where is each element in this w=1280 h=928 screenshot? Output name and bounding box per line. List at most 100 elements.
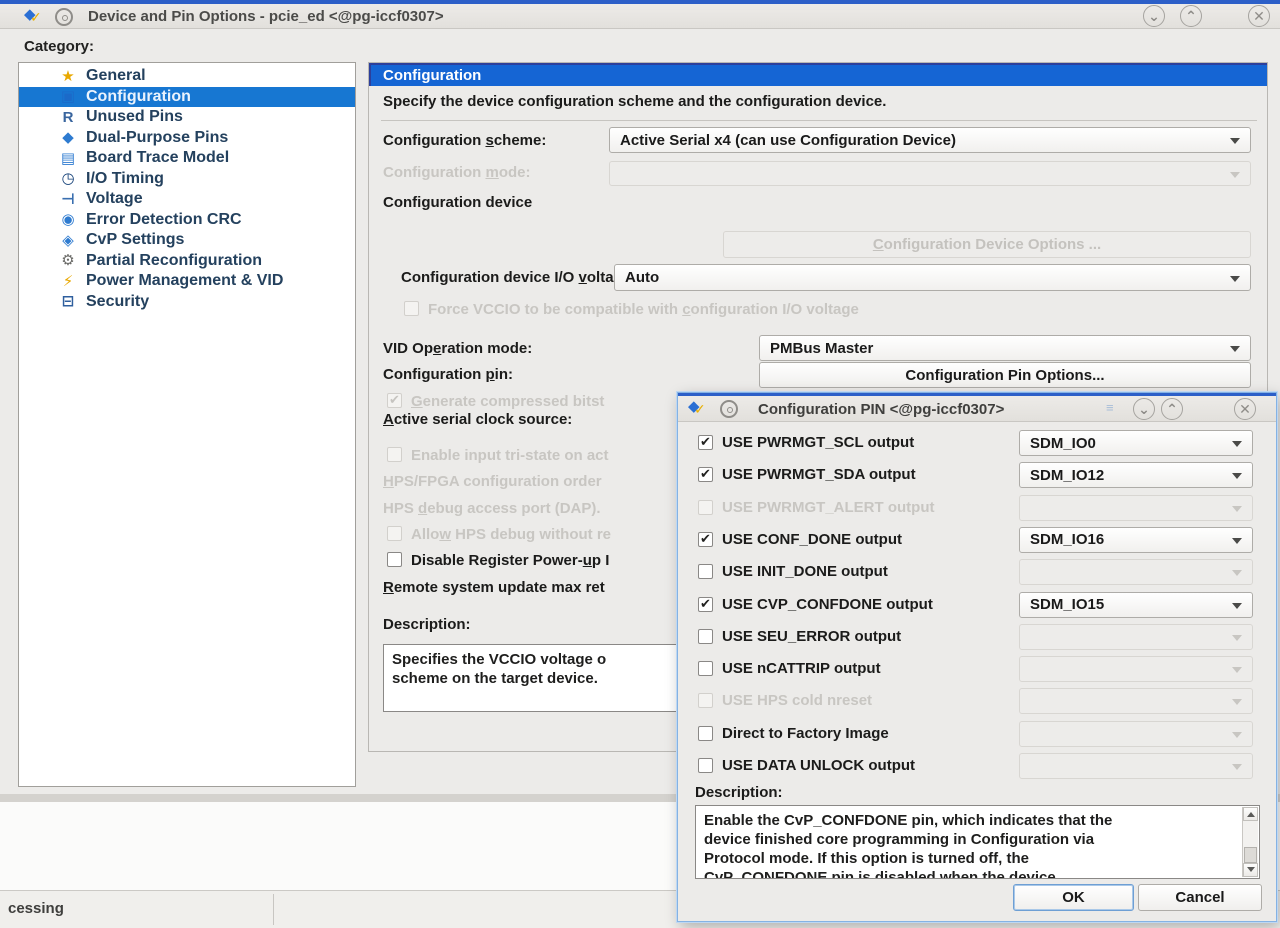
pin-titlebar[interactable]: ◆ ✓ Configuration PIN <@pg-iccf0307> ≡ ⌄… — [678, 396, 1276, 422]
sidebar-item-voltage[interactable]: ⊣ Voltage — [19, 189, 355, 210]
pin-select-value: SDM_IO12 — [1030, 467, 1104, 484]
sidebar-item-unused-pins[interactable]: R Unused Pins — [19, 107, 355, 128]
i-o-timing-icon: ◷ — [57, 171, 79, 186]
pin-row: USE INIT_DONE output — [678, 559, 1276, 585]
pin-select — [1019, 624, 1253, 650]
vid-mode-select[interactable]: PMBus Master — [759, 335, 1251, 361]
status-text: cessing — [8, 900, 64, 917]
chevron-down-icon — [1232, 570, 1242, 581]
pin-select — [1019, 656, 1253, 682]
pin-label: USE CVP_CONFDONE output — [722, 596, 933, 613]
chevron-down-icon — [1232, 538, 1242, 549]
window-grip-icon: ≡ — [1106, 400, 1114, 415]
pin-checkbox[interactable] — [698, 726, 713, 741]
pin-select-value: SDM_IO0 — [1030, 435, 1096, 452]
enable-tristate-checkbox — [387, 447, 402, 462]
window-title: Device and Pin Options - pcie_ed <@pg-ic… — [88, 8, 444, 25]
pin-checkbox[interactable] — [698, 661, 713, 676]
io-voltage-select[interactable]: Auto — [614, 264, 1251, 291]
config-scheme-value: Active Serial x4 (can use Configuration … — [620, 132, 956, 149]
pin-checkbox[interactable] — [698, 532, 713, 547]
chevron-down-icon — [1232, 699, 1242, 710]
sidebar-item-i-o-timing[interactable]: ◷ I/O Timing — [19, 169, 355, 190]
pin-checkbox[interactable] — [698, 435, 713, 450]
pin-row: USE CVP_CONFDONE output SDM_IO15 — [678, 592, 1276, 618]
scroll-up-icon[interactable] — [1243, 807, 1258, 821]
description-scrollbar[interactable] — [1242, 807, 1258, 877]
config-device-heading: Configuration device — [383, 194, 532, 211]
sidebar-item-board-trace-model[interactable]: ▤ Board Trace Model — [19, 148, 355, 169]
pin-select[interactable]: SDM_IO16 — [1019, 527, 1253, 553]
allow-hps-debug-label: Allow HPS debug without re — [411, 526, 611, 543]
sidebar-item-error-detection-crc[interactable]: ◉ Error Detection CRC — [19, 210, 355, 231]
sidebar-item-general[interactable]: ★ General — [19, 66, 355, 87]
cancel-button[interactable]: Cancel — [1138, 884, 1262, 911]
sidebar-item-power-management-vid[interactable]: ⚡ Power Management & VID — [19, 271, 355, 292]
generate-compressed-label: Generate compressed bitst — [411, 393, 604, 410]
force-vccio-label: Force VCCIO to be compatible with config… — [428, 301, 859, 318]
pin-row: USE CONF_DONE output SDM_IO16 — [678, 527, 1276, 553]
sidebar-item-security[interactable]: ⊟ Security — [19, 292, 355, 313]
pin-select[interactable]: SDM_IO15 — [1019, 592, 1253, 618]
config-scheme-label: Configuration scheme: — [383, 132, 546, 149]
minimize-button[interactable]: ⌄ — [1133, 398, 1155, 420]
status-divider — [273, 894, 274, 925]
quartus-logo-icon: ◆ ✓ — [688, 399, 710, 419]
config-mode-label: Configuration mode: — [383, 164, 531, 181]
chevron-down-icon — [1230, 172, 1240, 183]
main-titlebar[interactable]: ◆ ✓ Device and Pin Options - pcie_ed <@p… — [0, 4, 1280, 29]
pin-select[interactable]: SDM_IO0 — [1019, 430, 1253, 456]
pin-checkbox[interactable] — [698, 467, 713, 482]
chevron-down-icon — [1232, 473, 1242, 484]
pin-checkbox[interactable] — [698, 597, 713, 612]
panel-description-label: Description: — [383, 616, 471, 633]
pin-checkbox[interactable] — [698, 629, 713, 644]
cvp-settings-icon: ◈ — [57, 233, 79, 248]
config-pin-options-button[interactable]: Configuration Pin Options... — [759, 362, 1251, 388]
power-management-vid-icon: ⚡ — [57, 274, 79, 289]
pin-checkbox — [698, 693, 713, 708]
sidebar-item-dual-purpose-pins[interactable]: ◆ Dual-Purpose Pins — [19, 128, 355, 149]
minimize-button[interactable]: ⌄ — [1143, 5, 1165, 27]
disable-register-powerup-checkbox[interactable] — [387, 552, 402, 567]
sidebar-item-cvp-settings[interactable]: ◈ CvP Settings — [19, 230, 355, 251]
vid-mode-label: VID Operation mode: — [383, 340, 532, 357]
pin-select — [1019, 688, 1253, 714]
pin-label: USE nCATTRIP output — [722, 660, 881, 677]
sidebar-item-configuration[interactable]: ▣ Configuration — [19, 87, 355, 108]
pin-select — [1019, 753, 1253, 779]
pin-label: USE PWRMGT_SDA output — [722, 466, 916, 483]
config-scheme-select[interactable]: Active Serial x4 (can use Configuration … — [609, 127, 1251, 153]
sidebar-item-partial-reconfiguration[interactable]: ⚙ Partial Reconfiguration — [19, 251, 355, 272]
configuration-pin-dialog: ◆ ✓ Configuration PIN <@pg-iccf0307> ≡ ⌄… — [677, 392, 1277, 922]
pin-row: USE PWRMGT_SDA output SDM_IO12 — [678, 462, 1276, 488]
pin-row: USE PWRMGT_SCL output SDM_IO0 — [678, 430, 1276, 456]
window-menu-icon[interactable] — [55, 8, 73, 26]
io-voltage-value: Auto — [625, 269, 659, 286]
error-detection-crc-icon: ◉ — [57, 212, 79, 227]
enable-tristate-label: Enable input tri-state on act — [411, 447, 609, 464]
panel-header: Configuration — [369, 63, 1267, 86]
close-button[interactable]: ✕ — [1248, 5, 1270, 27]
scrollbar-thumb[interactable] — [1244, 847, 1257, 863]
pin-select — [1019, 559, 1253, 585]
pin-checkbox[interactable] — [698, 564, 713, 579]
window-menu-icon[interactable] — [720, 400, 738, 418]
pin-checkbox[interactable] — [698, 758, 713, 773]
pin-label: USE HPS cold nreset — [722, 692, 872, 709]
hps-dap-label: HPS debug access port (DAP). — [383, 500, 601, 517]
close-button[interactable]: ✕ — [1234, 398, 1256, 420]
scroll-down-icon[interactable] — [1243, 863, 1258, 877]
ok-button[interactable]: OK — [1013, 884, 1134, 911]
pin-select — [1019, 721, 1253, 747]
maximize-button[interactable]: ⌃ — [1180, 5, 1202, 27]
unused-pins-icon: R — [57, 110, 79, 125]
pin-row: USE nCATTRIP output — [678, 656, 1276, 682]
force-vccio-checkbox — [404, 301, 419, 316]
maximize-button[interactable]: ⌃ — [1161, 398, 1183, 420]
chevron-down-icon — [1232, 506, 1242, 517]
pin-select — [1019, 495, 1253, 521]
pin-row: Direct to Factory Image — [678, 721, 1276, 747]
pin-label: USE PWRMGT_ALERT output — [722, 499, 934, 516]
pin-select[interactable]: SDM_IO12 — [1019, 462, 1253, 488]
